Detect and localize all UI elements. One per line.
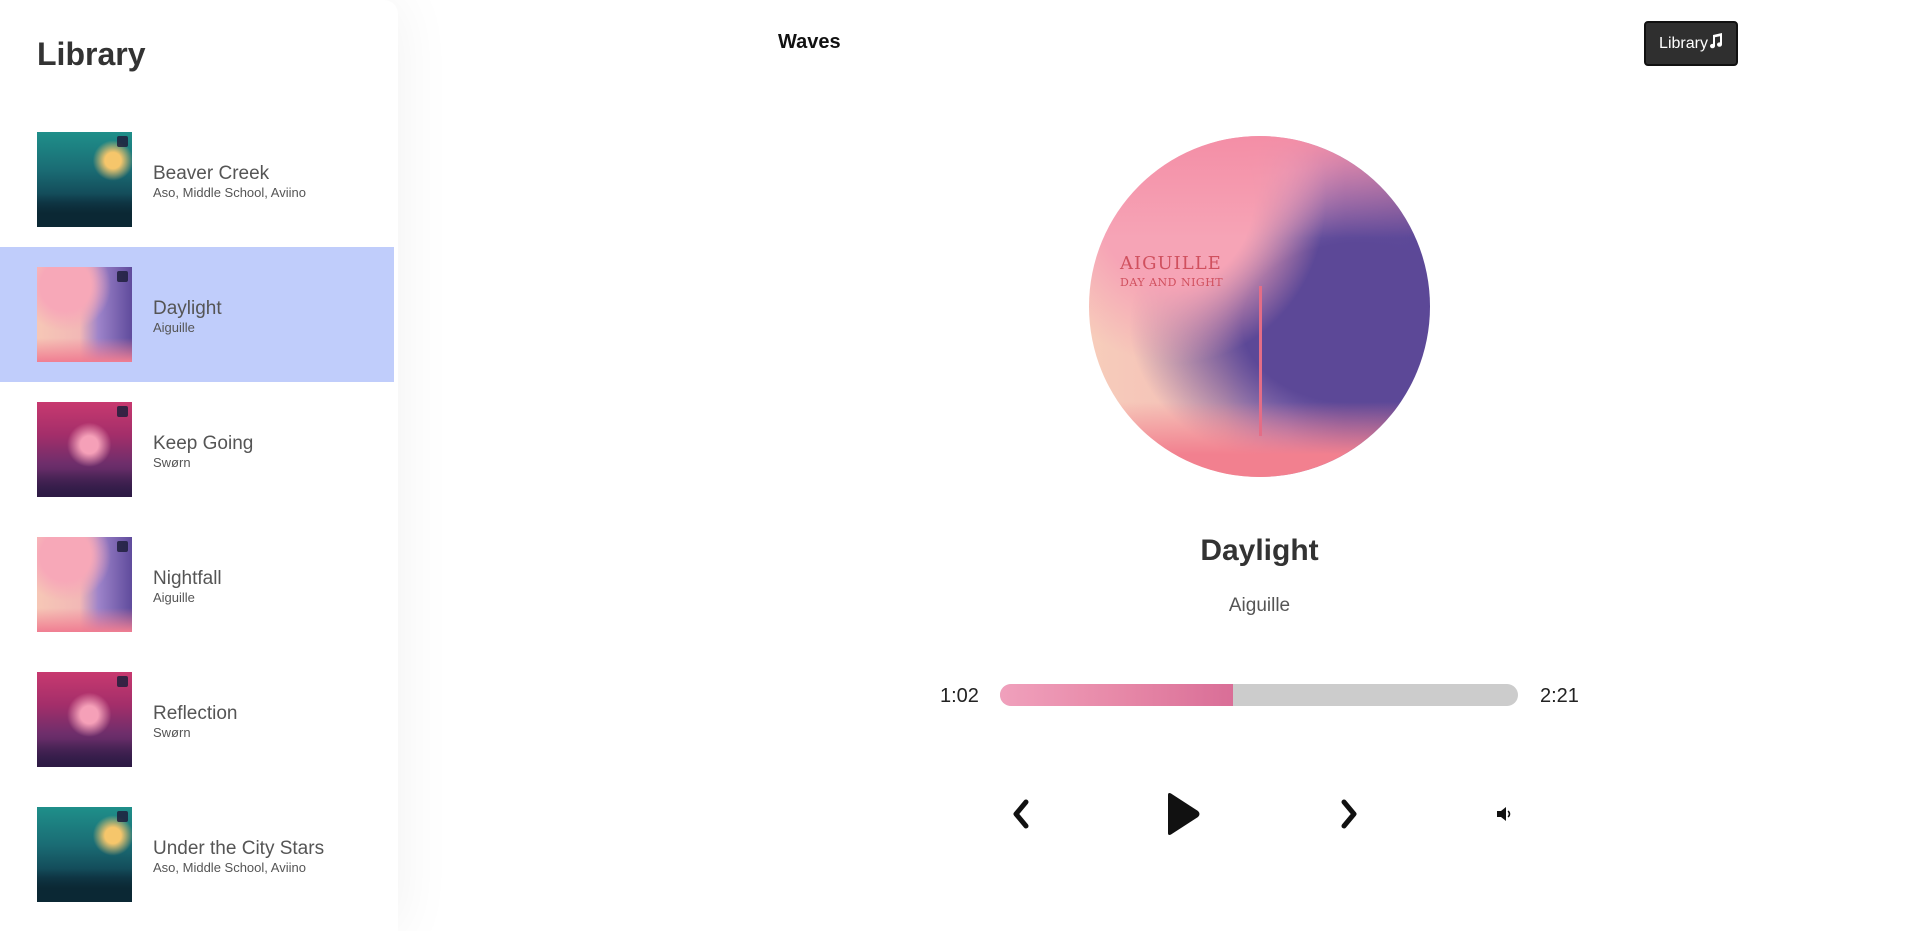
song-item-reflection[interactable]: Reflection Swørn	[0, 652, 394, 787]
song-cover	[37, 537, 132, 632]
song-artist: Aiguille	[153, 320, 195, 335]
library-title: Library	[37, 36, 146, 72]
song-name: Keep Going	[153, 433, 254, 454]
song-name: Reflection	[153, 703, 238, 724]
previous-button[interactable]	[1005, 797, 1037, 831]
total-time: 2:21	[1540, 685, 1579, 707]
song-item-under-the-city-stars[interactable]: Under the City Stars Aso, Middle School,…	[0, 787, 394, 922]
cover-text-title: AIGUILLE	[1120, 253, 1222, 274]
song-cover	[37, 132, 132, 227]
song-item-keep-going[interactable]: Keep Going Swørn	[0, 382, 394, 517]
song-artist: Swørn	[153, 725, 191, 740]
song-cover	[37, 267, 132, 362]
play-icon	[1168, 793, 1200, 835]
next-button[interactable]	[1333, 797, 1365, 831]
song-item-nightfall[interactable]: Nightfall Aiguille	[0, 517, 394, 652]
volume-icon	[1497, 807, 1511, 821]
volume-button[interactable]	[1493, 803, 1515, 825]
chevron-left-icon	[1013, 799, 1029, 829]
song-list: Beaver Creek Aso, Middle School, Aviino …	[0, 112, 394, 922]
music-note-icon	[1709, 33, 1723, 54]
song-artist: Swørn	[153, 455, 191, 470]
app-title: Waves	[778, 31, 841, 53]
library-button-label: Library	[1659, 34, 1708, 52]
song-cover	[37, 807, 132, 902]
album-cover: AIGUILLE DAY AND NIGHT	[1089, 136, 1430, 477]
song-name: Nightfall	[153, 568, 222, 589]
song-name: Daylight	[153, 298, 222, 319]
song-name: Beaver Creek	[153, 163, 270, 184]
progress-fill	[1000, 684, 1234, 706]
chevron-right-icon	[1341, 799, 1357, 829]
current-time: 1:02	[940, 685, 979, 707]
cover-text-subtitle: DAY AND NIGHT	[1120, 276, 1224, 289]
song-cover	[37, 402, 132, 497]
library-sidebar: Library Beaver Creek Aso, Middle School,…	[0, 0, 398, 931]
song-artist: Aso, Middle School, Aviino	[153, 185, 306, 200]
song-item-beaver-creek[interactable]: Beaver Creek Aso, Middle School, Aviino	[0, 112, 394, 247]
song-item-daylight[interactable]: Daylight Aiguille	[0, 247, 394, 382]
progress-bar[interactable]	[1000, 684, 1518, 706]
song-artist: Aiguille	[153, 590, 195, 605]
song-cover	[37, 672, 132, 767]
play-button[interactable]	[1160, 790, 1204, 838]
song-artist: Aso, Middle School, Aviino	[153, 860, 306, 875]
song-name: Under the City Stars	[153, 838, 325, 859]
library-toggle-button[interactable]: Library	[1644, 21, 1738, 66]
